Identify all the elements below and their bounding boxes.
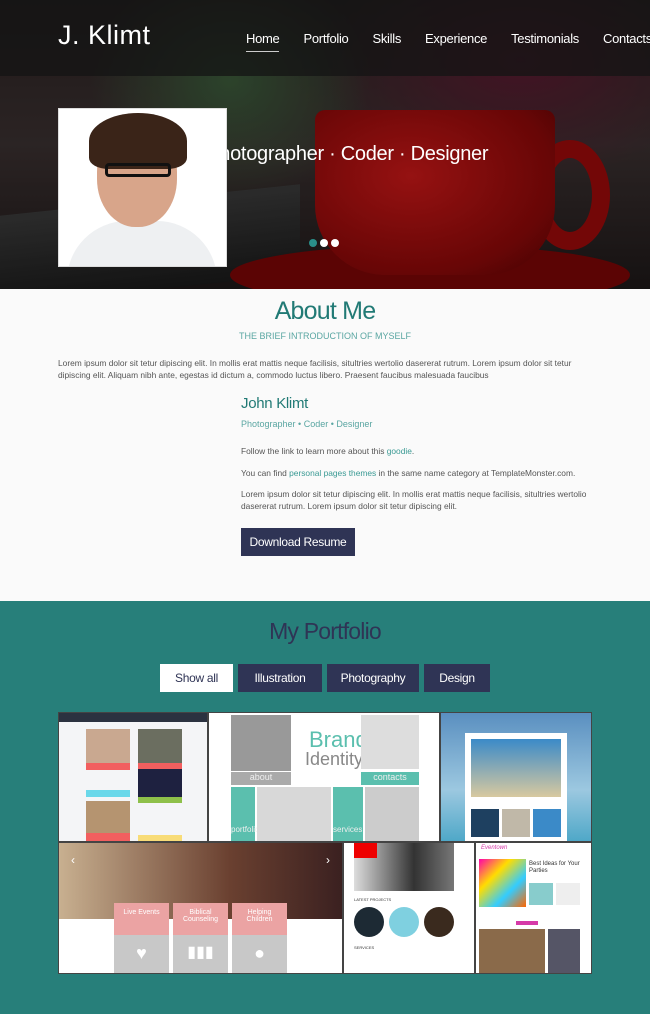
main-nav: Home Portfolio Skills Experience Testimo… [246, 31, 650, 52]
site-header: J. Klimt Home Portfolio Skills Experienc… [0, 0, 650, 76]
nav-testimonials[interactable]: Testimonials [511, 31, 579, 52]
books-icon: ▮▮▮ [173, 935, 228, 973]
portfolio-filters: Show all Illustration Photography Design [160, 664, 490, 692]
about-subtitle: THE BRIEF INTRODUCTION OF MYSELF [238, 331, 411, 341]
profile-photo [58, 108, 227, 267]
nav-contacts[interactable]: Contacts [603, 31, 650, 52]
about-paragraph-3: Lorem ipsum dolor sit tetur dipiscing el… [241, 489, 587, 511]
goodie-link[interactable]: goodie [387, 446, 412, 456]
about-paragraph-2: You can find personal pages themes in th… [241, 468, 576, 478]
portfolio-item-party[interactable]: Eventown Best Ideas for Your Parties [475, 842, 592, 974]
nav-home[interactable]: Home [246, 31, 280, 52]
slider-pagination[interactable] [309, 239, 339, 247]
nav-experience[interactable]: Experience [425, 31, 487, 52]
download-resume-button[interactable]: Download Resume [241, 528, 355, 556]
slide-dot-3[interactable] [331, 239, 339, 247]
about-intro: Lorem ipsum dolor sit tetur dipiscing el… [58, 358, 572, 380]
portfolio-item-church[interactable]: ‹ › Live Events Biblical Counseling Help… [58, 842, 343, 974]
portfolio-item-brand-identity[interactable]: Brand Identity about contacts portfolio … [208, 712, 440, 842]
slide-dot-1[interactable] [309, 239, 317, 247]
portfolio-item-photo-studio[interactable]: LATEST PROJECTS SERVICES [343, 842, 475, 974]
site-logo[interactable]: J. Klimt [58, 20, 151, 51]
portfolio-title: My Portfolio [269, 618, 382, 644]
person-role: Photographer • Coder • Designer [241, 419, 373, 429]
nav-portfolio[interactable]: Portfolio [303, 31, 348, 52]
heart-icon: ♥ [114, 935, 169, 973]
person-icon: ● [232, 935, 287, 973]
filter-show-all[interactable]: Show all [160, 664, 233, 692]
about-paragraph-1: Follow the link to learn more about this… [241, 446, 415, 456]
themes-link[interactable]: personal pages themes [289, 468, 376, 478]
prev-arrow-icon[interactable]: ‹ [71, 853, 75, 867]
portfolio-item-travel[interactable] [440, 712, 592, 842]
filter-photography[interactable]: Photography [327, 664, 419, 692]
filter-illustration[interactable]: Illustration [238, 664, 322, 692]
next-arrow-icon[interactable]: › [326, 853, 330, 867]
slide-dot-2[interactable] [320, 239, 328, 247]
about-title: About Me [274, 297, 376, 325]
portfolio-item-blog[interactable] [58, 712, 208, 842]
filter-design[interactable]: Design [424, 664, 490, 692]
nav-skills[interactable]: Skills [372, 31, 401, 52]
person-name: John Klimt [241, 395, 309, 412]
